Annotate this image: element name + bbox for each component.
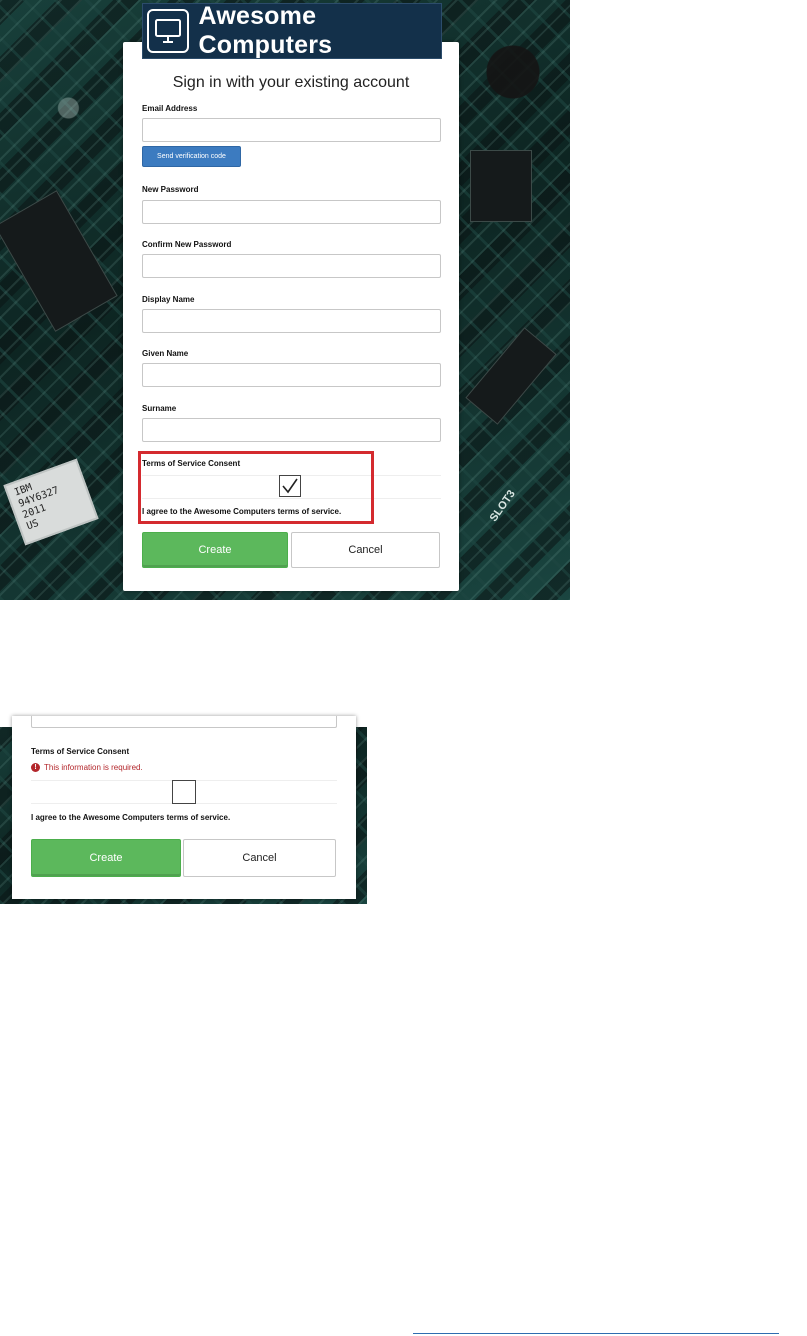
cancel-button[interactable]: Cancel bbox=[183, 839, 336, 877]
chip-label: IBM 94Y6327 2011 US bbox=[3, 458, 99, 546]
slot-label: SLOT3 bbox=[487, 488, 518, 524]
monitor-icon bbox=[147, 9, 189, 53]
confirm-password-label: Confirm New Password bbox=[142, 240, 232, 249]
brand-name: Awesome Computers bbox=[198, 2, 333, 59]
footer-rule bbox=[413, 1333, 779, 1334]
send-verification-code-button[interactable]: Send verification code bbox=[142, 146, 241, 167]
email-label: Email Address bbox=[142, 104, 198, 113]
new-password-field[interactable] bbox=[142, 200, 441, 224]
email-field[interactable] bbox=[142, 118, 441, 142]
tos-label: Terms of Service Consent bbox=[31, 747, 130, 756]
pcb-component bbox=[470, 150, 532, 222]
tos-highlight-box bbox=[138, 451, 374, 524]
create-button[interactable]: Create bbox=[142, 532, 288, 568]
display-name-label: Display Name bbox=[142, 295, 195, 304]
exclamation-circle-icon: ! bbox=[31, 763, 40, 772]
surname-label: Surname bbox=[142, 404, 177, 413]
tos-checkbox[interactable] bbox=[172, 780, 196, 804]
tos-agree-text: I agree to the Awesome Computers terms o… bbox=[31, 813, 231, 822]
given-name-field[interactable] bbox=[142, 363, 441, 387]
brand-banner: Awesome Computers bbox=[142, 2, 442, 59]
surname-field[interactable] bbox=[142, 418, 441, 442]
display-name-field[interactable] bbox=[142, 309, 441, 333]
pcb-component bbox=[465, 327, 557, 425]
create-button[interactable]: Create bbox=[31, 839, 181, 877]
pcb-component bbox=[0, 190, 118, 332]
confirm-password-field[interactable] bbox=[142, 254, 441, 278]
page-title: Sign in with your existing account bbox=[172, 74, 410, 91]
new-password-label: New Password bbox=[142, 185, 199, 194]
surname-field-partial[interactable] bbox=[31, 716, 337, 728]
error-text: This information is required. bbox=[44, 763, 143, 772]
given-name-label: Given Name bbox=[142, 349, 189, 358]
tos-error-message: ! This information is required. bbox=[31, 763, 143, 772]
cancel-button[interactable]: Cancel bbox=[291, 532, 440, 568]
